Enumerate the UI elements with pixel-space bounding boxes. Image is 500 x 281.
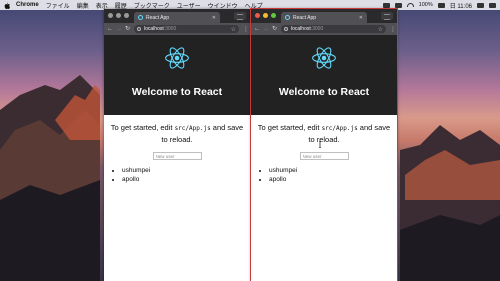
url-port: :3000: [310, 26, 324, 32]
intro-code: src/App.js: [174, 125, 211, 132]
react-favicon-icon: [138, 15, 143, 20]
status-icon[interactable]: [382, 2, 390, 8]
clock[interactable]: 日 11:06: [450, 1, 472, 10]
user-list: ushumpei apollo: [104, 166, 250, 184]
page-title: Welcome to React: [131, 86, 223, 98]
list-item: ushumpei: [269, 166, 397, 175]
new-user-input[interactable]: [152, 152, 202, 160]
menu-file[interactable]: ファイル: [46, 1, 70, 10]
intro-text: To get started, edit src/App.js and save…: [104, 123, 250, 145]
close-window-button[interactable]: [108, 13, 113, 18]
menu-edit[interactable]: 編集: [77, 1, 89, 10]
battery-icon[interactable]: [437, 2, 445, 8]
tab-react-app[interactable]: React App ✕: [281, 12, 367, 23]
reload-icon[interactable]: ↻: [272, 23, 277, 35]
close-window-button[interactable]: [255, 13, 260, 18]
battery-level[interactable]: 100%: [419, 2, 433, 8]
react-logo-icon: [312, 47, 336, 69]
page-content: Welcome to React To get started, edit sr…: [104, 35, 250, 184]
mouse-cursor-icon: [319, 141, 321, 148]
minimize-window-button[interactable]: [263, 13, 268, 18]
window-controls: [108, 13, 129, 18]
page-content: Welcome to React To get started, edit sr…: [251, 35, 397, 184]
app-header: Welcome to React: [104, 35, 250, 115]
tab-strip: React App ✕: [104, 9, 250, 23]
list-item: apollo: [269, 175, 397, 184]
intro-text-start: To get started, edit: [110, 123, 175, 132]
status-icon[interactable]: [394, 2, 402, 8]
star-icon[interactable]: ☆: [231, 26, 236, 33]
react-logo-icon: [165, 47, 189, 69]
wifi-icon[interactable]: [406, 3, 414, 7]
status-area: 100% 日 11:06: [382, 1, 496, 10]
browser-window-right: React App ✕ ← → ↻ localhost:3000 ☆ ⋮ Wel…: [250, 8, 398, 281]
zoom-window-button[interactable]: [124, 13, 129, 18]
apple-icon[interactable]: [4, 2, 10, 9]
reload-icon[interactable]: ↻: [125, 23, 130, 35]
macos-menu-bar: Chrome ファイル 編集 表示 履歴 ブックマーク ユーザー ウインドウ ヘ…: [0, 0, 500, 10]
intro-code: src/App.js: [321, 125, 358, 132]
window-controls: [255, 13, 276, 18]
list-item: ushumpei: [122, 166, 250, 175]
list-item: apollo: [122, 175, 250, 184]
tab-strip: React App ✕: [251, 9, 397, 23]
react-favicon-icon: [285, 15, 290, 20]
url-port: :3000: [163, 26, 177, 32]
close-icon[interactable]: ✕: [212, 15, 216, 21]
user-list: ushumpei apollo: [251, 166, 397, 184]
url-host: localhost: [291, 26, 311, 32]
info-icon[interactable]: [284, 27, 288, 31]
menu-dots-icon[interactable]: ⋮: [243, 26, 249, 33]
intro-text-start: To get started, edit: [257, 123, 322, 132]
new-user-input[interactable]: [299, 152, 349, 160]
zoom-window-button[interactable]: [271, 13, 276, 18]
url-host: localhost: [144, 26, 164, 32]
address-bar[interactable]: localhost:3000 ☆: [134, 25, 239, 33]
info-icon[interactable]: [137, 27, 141, 31]
browser-window-left: React App ✕ ← → ↻ localhost:3000 ☆ ⋮ Wel…: [104, 9, 250, 281]
close-icon[interactable]: ✕: [359, 15, 363, 21]
intro-text: To get started, edit src/App.js and save…: [251, 123, 397, 145]
desktop-wallpaper: [0, 0, 500, 281]
app-menu-chrome[interactable]: Chrome: [16, 2, 39, 8]
menu-dots-icon[interactable]: ⋮: [390, 26, 396, 33]
app-header: Welcome to React: [251, 35, 397, 115]
tab-title: React App: [146, 14, 170, 21]
browser-toolbar: ← → ↻ localhost:3000 ☆ ⋮: [251, 23, 397, 35]
back-icon[interactable]: ←: [107, 23, 113, 35]
notification-center-icon[interactable]: [489, 2, 496, 8]
star-icon[interactable]: ☆: [378, 26, 383, 33]
address-bar[interactable]: localhost:3000 ☆: [281, 25, 386, 33]
profile-icon[interactable]: [381, 12, 393, 20]
tab-title: React App: [293, 14, 317, 21]
search-icon[interactable]: [477, 2, 484, 8]
forward-icon[interactable]: →: [116, 23, 122, 35]
browser-toolbar: ← → ↻ localhost:3000 ☆ ⋮: [104, 23, 250, 35]
tab-react-app[interactable]: React App ✕: [134, 12, 220, 23]
back-icon[interactable]: ←: [254, 23, 260, 35]
minimize-window-button[interactable]: [116, 13, 121, 18]
forward-icon[interactable]: →: [263, 23, 269, 35]
page-title: Welcome to React: [278, 86, 370, 98]
profile-icon[interactable]: [234, 12, 246, 20]
